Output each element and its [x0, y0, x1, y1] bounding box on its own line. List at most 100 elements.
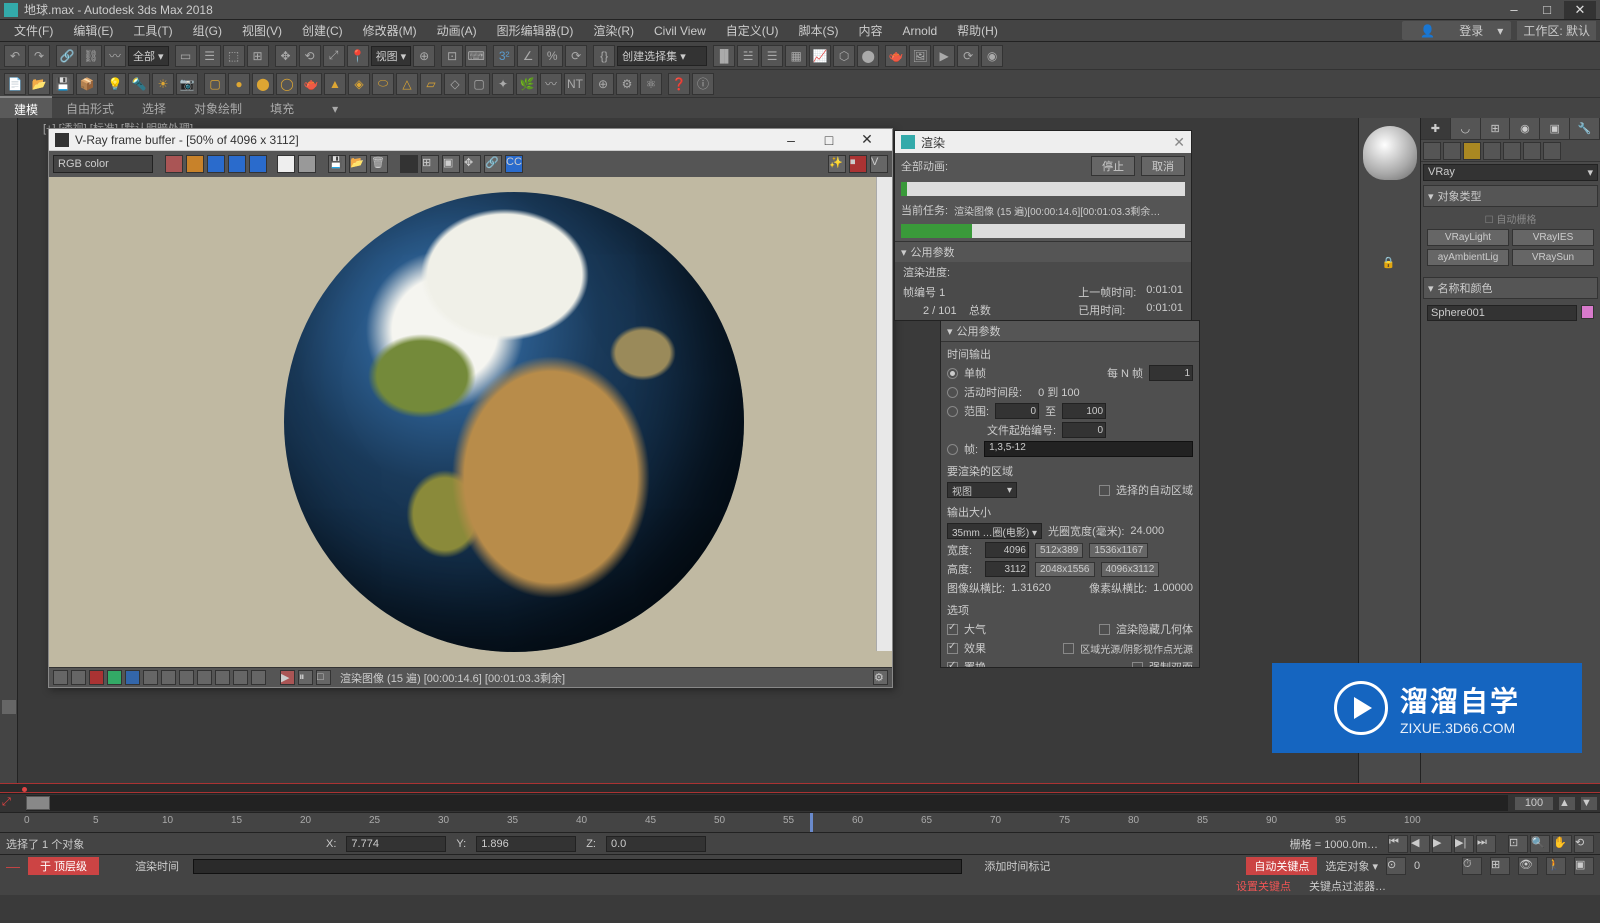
render-production-button[interactable]: ▶: [933, 45, 955, 67]
utilities-tab[interactable]: 🔧: [1570, 118, 1600, 139]
cameras-subtab[interactable]: [1483, 142, 1501, 160]
nav-zoom-all[interactable]: ⊞: [1490, 857, 1510, 875]
frames-radio[interactable]: [947, 444, 958, 455]
nav-zoom-extents[interactable]: ⊡: [1508, 835, 1528, 853]
maxscript-listener[interactable]: [193, 859, 962, 874]
vfb-history-button[interactable]: ⊞: [421, 155, 439, 173]
vfb-rgb-r-button[interactable]: [186, 155, 204, 173]
vfb-lens-effects-button[interactable]: ✨: [828, 155, 846, 173]
mirror-button[interactable]: ▐▌: [713, 45, 735, 67]
vraysun-button[interactable]: VRaySun: [1512, 249, 1594, 266]
sphere-icon[interactable]: ●: [228, 73, 250, 95]
spot-light-icon[interactable]: 🔦: [128, 73, 150, 95]
schematic-button[interactable]: ⬡: [833, 45, 855, 67]
unlink-button[interactable]: ⛓: [80, 45, 102, 67]
hide-geo-check[interactable]: [1099, 624, 1110, 635]
time-slider-up[interactable]: ▲: [1558, 796, 1576, 811]
teapot-icon[interactable]: 🫖: [300, 73, 322, 95]
layers-button[interactable]: ☰: [761, 45, 783, 67]
vraylight-button[interactable]: VRayLight: [1427, 229, 1509, 246]
nav-zoom[interactable]: 🔍: [1530, 835, 1550, 853]
vfb-sb8[interactable]: [179, 670, 194, 685]
rendered-frame-button[interactable]: 🖼: [909, 45, 931, 67]
spinner-snap-button[interactable]: ⟳: [565, 45, 587, 67]
select-object-button[interactable]: ▭: [175, 45, 197, 67]
reactor-icon[interactable]: ⚛: [640, 73, 662, 95]
play-button[interactable]: ▶: [1432, 835, 1452, 853]
rect-select-button[interactable]: ⬚: [223, 45, 245, 67]
vfb-sb7[interactable]: [161, 670, 176, 685]
name-color-header[interactable]: ▾名称和颜色: [1423, 277, 1598, 299]
strip-btn-1[interactable]: [2, 700, 16, 714]
object-color-swatch[interactable]: [1581, 305, 1594, 319]
vfb-switch-button[interactable]: [298, 155, 316, 173]
menu-rendering[interactable]: 渲染(R): [583, 22, 644, 39]
size-preset-dropdown[interactable]: 35mm …圈(电影) ▾: [947, 523, 1042, 539]
render-iterative-button[interactable]: ⟳: [957, 45, 979, 67]
vfb-sb1[interactable]: [53, 670, 68, 685]
range-from-spinner[interactable]: 0: [995, 403, 1039, 419]
plane-icon[interactable]: ▱: [420, 73, 442, 95]
vfb-sb-play[interactable]: ▶: [280, 670, 295, 685]
z-coord-input[interactable]: 0.0: [606, 836, 706, 852]
vfb-render-canvas[interactable]: [49, 177, 892, 667]
nav-walk[interactable]: 🚶: [1546, 857, 1566, 875]
helpers-subtab[interactable]: [1503, 142, 1521, 160]
render-stop-button[interactable]: 停止: [1091, 156, 1135, 176]
named-sel-dropdown[interactable]: 创建选择集 ▾: [617, 46, 707, 66]
text-icon[interactable]: NT: [564, 73, 586, 95]
motion-tab[interactable]: ◉: [1510, 118, 1540, 139]
render-activeshade-button[interactable]: ◉: [981, 45, 1003, 67]
area-light-check[interactable]: [1063, 643, 1074, 654]
key-filter-button[interactable]: 关键点过滤器…: [1309, 878, 1386, 894]
single-frame-radio[interactable]: [947, 368, 958, 379]
minimize-button[interactable]: –: [1498, 1, 1530, 19]
vfb-titlebar[interactable]: V-Ray frame buffer - [50% of 4096 x 3112…: [49, 129, 892, 151]
rs-common-header[interactable]: ▾公用参数: [941, 321, 1199, 342]
modify-tab[interactable]: ◡: [1451, 118, 1481, 139]
menu-tools[interactable]: 工具(T): [123, 22, 182, 39]
chamferbox-icon[interactable]: ▢: [468, 73, 490, 95]
ref-coord-dropdown[interactable]: 视图 ▾: [371, 46, 412, 66]
particles-icon[interactable]: ✦: [492, 73, 514, 95]
snap-3d-button[interactable]: 3²: [493, 45, 515, 67]
displace-check[interactable]: [947, 662, 958, 669]
vfb-sb5[interactable]: [125, 670, 140, 685]
menu-maxscript[interactable]: 脚本(S): [788, 22, 848, 39]
hair-icon[interactable]: 〰: [540, 73, 562, 95]
level-indicator[interactable]: 于 顶层级: [28, 857, 99, 875]
vfb-rgb-g-button[interactable]: [207, 155, 225, 173]
preset-1536[interactable]: 1536x1167: [1089, 543, 1148, 558]
torus-icon[interactable]: ◯: [276, 73, 298, 95]
bind-spacewarp-button[interactable]: 〰: [104, 45, 126, 67]
vfb-sb9[interactable]: [197, 670, 212, 685]
active-seg-radio[interactable]: [947, 387, 958, 398]
align-button[interactable]: ☱: [737, 45, 759, 67]
nav-orbit[interactable]: ⟲: [1574, 835, 1594, 853]
range-radio[interactable]: [947, 406, 958, 417]
cone-icon[interactable]: ▲: [324, 73, 346, 95]
collapse-icon[interactable]: —: [6, 858, 20, 874]
placement-button[interactable]: 📍: [347, 45, 369, 67]
spacewarps-subtab[interactable]: [1523, 142, 1541, 160]
vfb-region-button[interactable]: ▣: [442, 155, 460, 173]
login-button[interactable]: 👤登录 ▾: [1402, 21, 1511, 40]
nav-max-toggle[interactable]: ▣: [1574, 857, 1594, 875]
menu-help[interactable]: 帮助(H): [947, 22, 1008, 39]
vfb-sb12[interactable]: [251, 670, 266, 685]
vfb-sb3[interactable]: [89, 670, 104, 685]
vfb-minimize-button[interactable]: –: [772, 132, 810, 148]
window-crossing-button[interactable]: ⊞: [247, 45, 269, 67]
vfb-sb-pause[interactable]: ⏸: [298, 670, 313, 685]
y-coord-input[interactable]: 1.896: [476, 836, 576, 852]
cylinder-icon[interactable]: ⬤: [252, 73, 274, 95]
new-scene-button[interactable]: 📄: [4, 73, 26, 95]
edit-named-sel-button[interactable]: {}: [593, 45, 615, 67]
menu-edit[interactable]: 编辑(E): [63, 22, 123, 39]
frames-input[interactable]: 1,3,5-12: [984, 441, 1193, 457]
rp-common-header[interactable]: ▾公用参数: [895, 242, 1191, 262]
lights-subtab[interactable]: [1463, 142, 1481, 160]
render-cancel-button[interactable]: 取消: [1141, 156, 1185, 176]
time-slider-track[interactable]: [26, 795, 1508, 811]
nav-pan[interactable]: ✋: [1552, 835, 1572, 853]
